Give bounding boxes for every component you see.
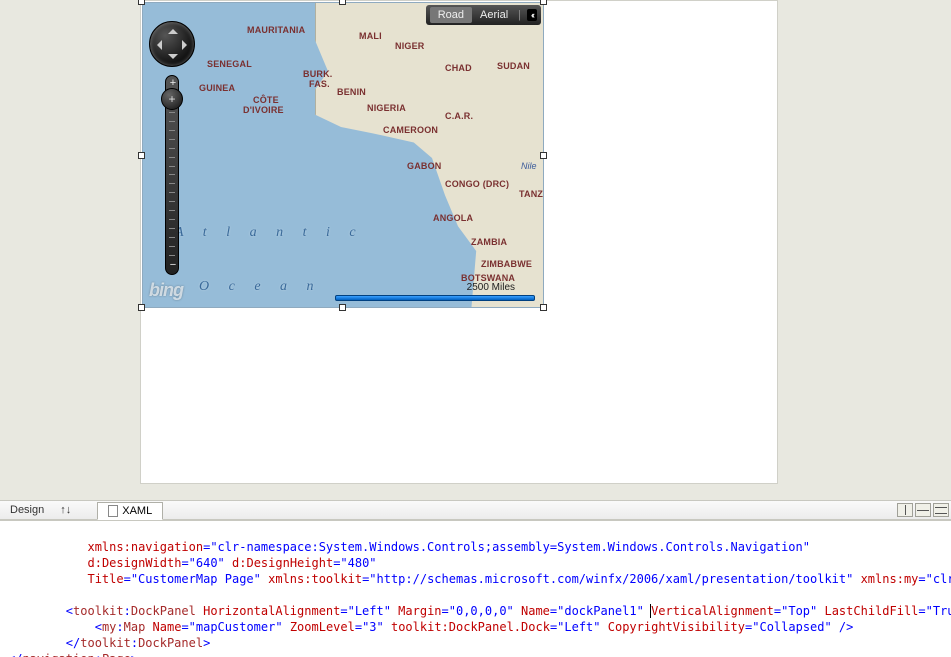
resize-handle-sw[interactable] xyxy=(138,304,145,311)
swap-panes-icon[interactable]: ↑↓ xyxy=(54,504,77,516)
lbl-burk: BURK. xyxy=(303,69,333,79)
resize-handle-e[interactable] xyxy=(540,152,547,159)
ocean-label-atlantic: A t l a n t i c xyxy=(175,225,364,241)
lbl-zambia: ZAMBIA xyxy=(471,237,507,247)
zoom-notches xyxy=(169,94,175,256)
tab-xaml-label: XAML xyxy=(122,505,152,517)
design-surface[interactable]: A t l a n t i c O c e a n MAURITANIA MAL… xyxy=(0,0,951,500)
design-xaml-splitter[interactable]: Design ↑↓ XAML xyxy=(0,500,951,520)
lbl-zimbabwe: ZIMBABWE xyxy=(481,259,532,269)
map-scale-label: 2500 Miles xyxy=(467,282,515,293)
lbl-senegal: SENEGAL xyxy=(207,59,252,69)
map-toolbar-collapse[interactable]: ‹‹ xyxy=(527,9,537,21)
lbl-cameroon: CAMEROON xyxy=(383,125,438,135)
resize-handle-se[interactable] xyxy=(540,304,547,311)
tab-xaml[interactable]: XAML xyxy=(97,502,163,520)
lbl-benin: BENIN xyxy=(337,87,366,97)
map-type-aerial[interactable]: Aerial xyxy=(472,7,516,23)
zoom-knob[interactable]: + xyxy=(161,88,183,110)
lbl-congodrc: CONGO (DRC) xyxy=(445,179,509,189)
lbl-nile: Nile xyxy=(521,161,537,171)
lbl-nigeria: NIGERIA xyxy=(367,103,406,113)
map-toolbar-sep: | xyxy=(518,9,521,21)
map-scale-bar xyxy=(335,295,535,301)
lbl-guinea: GUINEA xyxy=(199,83,235,93)
map-pan-control[interactable] xyxy=(149,21,195,67)
lbl-gabon: GABON xyxy=(407,161,442,171)
resize-handle-nw[interactable] xyxy=(138,0,145,5)
lbl-divoire: D'IVOIRE xyxy=(243,105,284,115)
lbl-angola: ANGOLA xyxy=(433,213,473,223)
lbl-chad: CHAD xyxy=(445,63,472,73)
pan-north-icon[interactable] xyxy=(168,24,178,34)
zoom-out-icon[interactable]: − xyxy=(167,260,179,272)
lbl-fas: FAS. xyxy=(309,79,330,89)
pan-south-icon[interactable] xyxy=(168,54,178,64)
resize-handle-ne[interactable] xyxy=(540,0,547,5)
lbl-tanz: TANZ xyxy=(519,189,543,199)
map-type-road[interactable]: Road xyxy=(430,7,472,23)
lbl-mauritania: MAURITANIA xyxy=(247,25,305,35)
resize-handle-s[interactable] xyxy=(339,304,346,311)
lbl-mali: MALI xyxy=(359,31,382,41)
lbl-niger: NIGER xyxy=(395,41,425,51)
resize-handle-w[interactable] xyxy=(138,152,145,159)
lbl-sudan: SUDAN xyxy=(497,61,530,71)
tab-design[interactable]: Design xyxy=(0,502,54,518)
resize-handle-n[interactable] xyxy=(339,0,346,5)
ocean-label-ocean: O c e a n xyxy=(199,279,322,295)
bing-logo: bing xyxy=(149,280,183,301)
split-horizontal-button[interactable] xyxy=(915,503,931,517)
map-type-toolbar: Road Aerial | ‹‹ xyxy=(426,5,541,25)
lbl-cote: CÔTE xyxy=(253,95,279,105)
pan-east-icon[interactable] xyxy=(182,40,192,50)
lbl-car: C.A.R. xyxy=(445,111,473,121)
xaml-editor[interactable]: xmlns:navigation="clr-namespace:System.W… xyxy=(0,520,951,657)
collapse-pane-button[interactable] xyxy=(933,503,949,517)
pan-west-icon[interactable] xyxy=(152,40,162,50)
map-control[interactable]: A t l a n t i c O c e a n MAURITANIA MAL… xyxy=(142,2,544,308)
document-icon xyxy=(108,505,118,517)
split-vertical-button[interactable] xyxy=(897,503,913,517)
